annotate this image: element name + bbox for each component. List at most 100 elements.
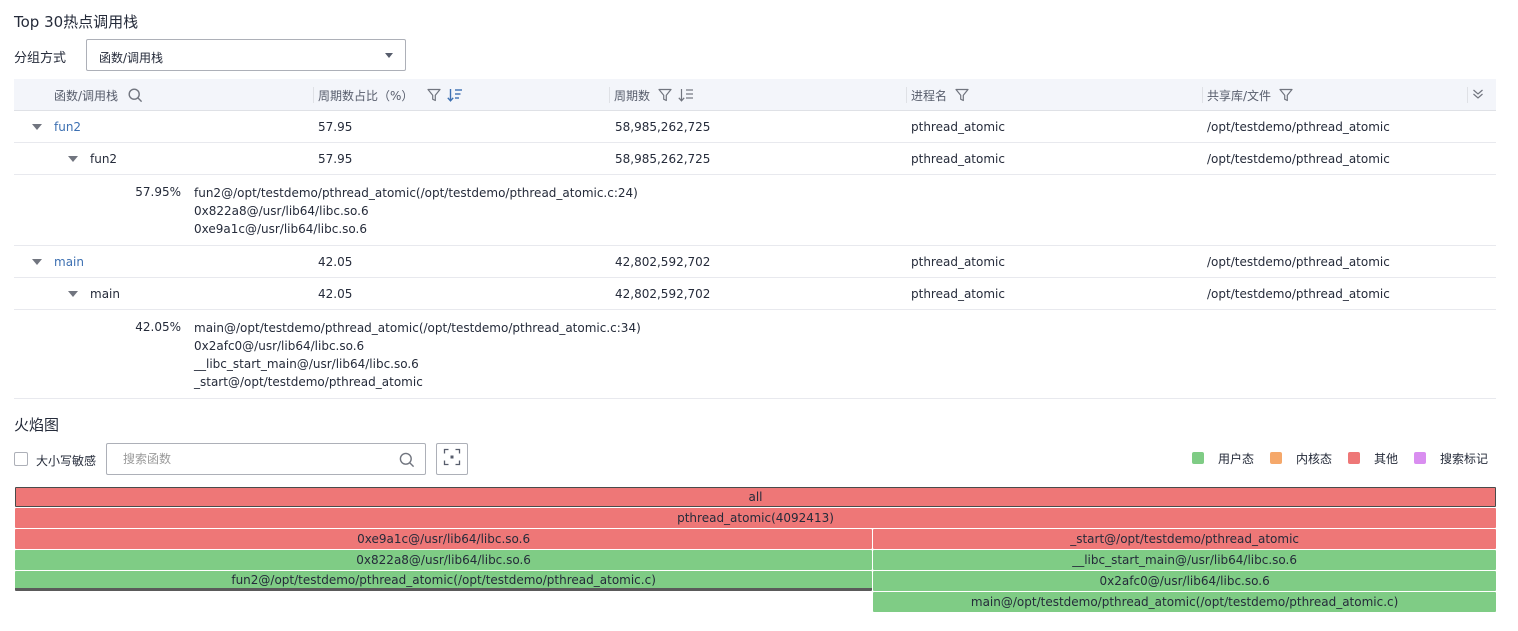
row-process: pthread_atomic <box>911 287 1005 301</box>
row-function-name: fun2 <box>90 152 118 166</box>
group-by-label: 分组方式 <box>14 51 67 66</box>
call-stack-lines: main@/opt/testdemo/pthread_atomic(/opt/t… <box>194 319 641 391</box>
legend-user: 用户态 <box>1192 450 1254 466</box>
function-search-input[interactable] <box>108 445 390 473</box>
call-stack-detail: 42.05% main@/opt/testdemo/pthread_atomic… <box>14 310 1496 399</box>
legend-label: 搜索标记 <box>1440 451 1489 466</box>
row-process: pthread_atomic <box>911 152 1005 166</box>
legend-swatch <box>1414 452 1426 464</box>
row-name-cell: fun2 <box>68 143 117 175</box>
column-func: 函数/调用栈 <box>54 79 143 111</box>
sort-icon[interactable] <box>678 88 694 102</box>
flame-frame[interactable]: 0xe9a1c@/usr/lib64/libc.so.6 <box>15 529 873 549</box>
row-cycles: 58,985,262,725 <box>615 152 711 166</box>
flame-frame[interactable]: 0x822a8@/usr/lib64/libc.so.6 <box>15 550 873 570</box>
call-stack-percent: 57.95% <box>135 185 181 199</box>
call-stack-frame: __libc_start_main@/usr/lib64/libc.so.6 <box>194 357 419 371</box>
column-cycles-label: 周期数 <box>614 88 651 103</box>
table-row[interactable]: main 42.05 42,802,592,702 pthread_atomic… <box>14 278 1496 310</box>
row-cycles: 58,985,262,725 <box>615 120 711 134</box>
legend-kernel: 内核态 <box>1270 450 1332 466</box>
double-chevron-down-icon[interactable] <box>1472 88 1484 103</box>
hotspot-section-title: Top 30热点调用栈 <box>14 13 139 31</box>
table-row[interactable]: fun2 57.95 58,985,262,725 pthread_atomic… <box>14 143 1496 175</box>
filter-icon[interactable] <box>658 88 672 102</box>
filter-icon[interactable] <box>427 88 442 102</box>
call-stack-percent: 42.05% <box>135 320 181 334</box>
row-lib: /opt/testdemo/pthread_atomic <box>1207 152 1390 166</box>
function-search-field <box>106 443 426 475</box>
row-process: pthread_atomic <box>911 255 1005 269</box>
row-name-cell: main <box>32 246 84 278</box>
column-lib: 共享库/文件 <box>1202 79 1293 111</box>
legend-swatch <box>1270 452 1282 464</box>
column-cycles: 周期数 <box>609 79 694 111</box>
flame-frame[interactable]: _start@/opt/testdemo/pthread_atomic <box>873 529 1496 549</box>
row-function-link[interactable]: main <box>54 255 84 269</box>
chevron-down-icon <box>385 53 393 58</box>
column-settings[interactable] <box>1467 79 1484 111</box>
call-stack-lines: fun2@/opt/testdemo/pthread_atomic(/opt/t… <box>194 184 638 238</box>
column-ratio: 周期数占比（%） <box>313 79 463 111</box>
column-process: 进程名 <box>906 79 969 111</box>
flame-frame[interactable]: main@/opt/testdemo/pthread_atomic(/opt/t… <box>873 592 1496 612</box>
flame-frame[interactable]: fun2@/opt/testdemo/pthread_atomic(/opt/t… <box>15 571 873 591</box>
call-stack-frame: 0x2afc0@/usr/lib64/libc.so.6 <box>194 339 365 353</box>
legend-other: 其他 <box>1348 450 1398 466</box>
row-name-cell: main <box>68 278 120 310</box>
search-icon[interactable] <box>128 87 143 103</box>
expand-triangle-icon[interactable] <box>32 259 42 265</box>
flame-section-title: 火焰图 <box>14 416 60 434</box>
row-name-cell: fun2 <box>32 111 81 143</box>
call-stack-frame: _start@/opt/testdemo/pthread_atomic <box>194 375 423 389</box>
sort-descending-icon[interactable] <box>447 88 463 102</box>
flame-frame[interactable]: pthread_atomic(4092413) <box>15 508 1496 528</box>
column-ratio-label: 周期数占比（%） <box>318 88 414 103</box>
row-ratio: 42.05 <box>318 255 353 269</box>
row-lib: /opt/testdemo/pthread_atomic <box>1207 120 1390 134</box>
table-row[interactable]: fun2 57.95 58,985,262,725 pthread_atomic… <box>14 111 1496 143</box>
fullscreen-icon <box>443 448 461 470</box>
case-sensitive-label: 大小写敏感 <box>36 454 97 468</box>
legend-label: 内核态 <box>1296 451 1333 466</box>
row-ratio: 57.95 <box>318 120 353 134</box>
row-ratio: 57.95 <box>318 152 353 166</box>
group-by-select-value: 函数/调用栈 <box>99 51 164 65</box>
row-ratio: 42.05 <box>318 287 353 301</box>
table-row[interactable]: main 42.05 42,802,592,702 pthread_atomic… <box>14 246 1496 278</box>
column-lib-label: 共享库/文件 <box>1207 88 1272 103</box>
flame-frame[interactable]: __libc_start_main@/usr/lib64/libc.so.6 <box>873 550 1496 570</box>
row-lib: /opt/testdemo/pthread_atomic <box>1207 255 1390 269</box>
legend-label: 其他 <box>1374 451 1399 466</box>
call-stack-frame: 0x822a8@/usr/lib64/libc.so.6 <box>194 204 369 218</box>
expand-triangle-icon[interactable] <box>68 291 78 297</box>
column-process-label: 进程名 <box>911 88 948 103</box>
search-icon[interactable] <box>399 452 415 472</box>
call-stack-frame: fun2@/opt/testdemo/pthread_atomic(/opt/t… <box>194 186 638 200</box>
filter-icon[interactable] <box>955 88 969 102</box>
column-divider <box>1202 87 1203 103</box>
legend-swatch <box>1192 452 1204 464</box>
column-func-label: 函数/调用栈 <box>54 88 119 103</box>
case-sensitive-checkbox[interactable] <box>14 452 28 466</box>
column-divider <box>1467 87 1468 103</box>
row-cycles: 42,802,592,702 <box>615 287 711 301</box>
flame-frame[interactable]: 0x2afc0@/usr/lib64/libc.so.6 <box>873 571 1496 591</box>
group-by-select[interactable]: 函数/调用栈 <box>86 39 406 71</box>
fullscreen-button[interactable] <box>436 443 468 475</box>
expand-triangle-icon[interactable] <box>32 124 42 130</box>
row-function-link[interactable]: fun2 <box>54 120 81 134</box>
legend-search-mark: 搜索标记 <box>1414 450 1488 466</box>
legend-label: 用户态 <box>1218 451 1255 466</box>
call-stack-frame: main@/opt/testdemo/pthread_atomic(/opt/t… <box>194 321 641 335</box>
call-stack-detail: 57.95% fun2@/opt/testdemo/pthread_atomic… <box>14 175 1496 246</box>
row-cycles: 42,802,592,702 <box>615 255 711 269</box>
row-lib: /opt/testdemo/pthread_atomic <box>1207 287 1390 301</box>
filter-icon[interactable] <box>1279 88 1293 102</box>
expand-triangle-icon[interactable] <box>68 156 78 162</box>
table-header: 函数/调用栈 周期数占比（%） 周期数 进程名 共享库/文件 <box>14 79 1496 111</box>
flame-frame[interactable]: all <box>15 487 1496 507</box>
call-stack-frame: 0xe9a1c@/usr/lib64/libc.so.6 <box>194 222 367 236</box>
legend-swatch <box>1348 452 1360 464</box>
column-divider <box>313 87 314 103</box>
